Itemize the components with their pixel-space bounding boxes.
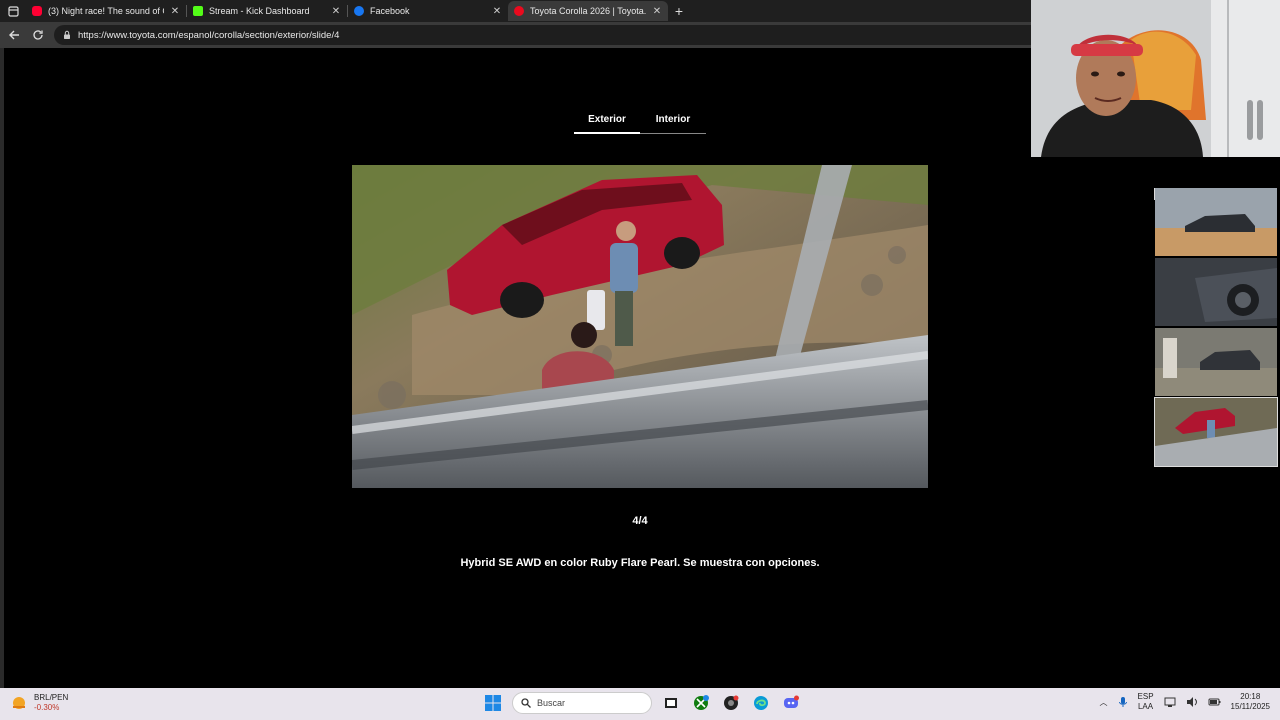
obs-icon[interactable] — [720, 692, 742, 714]
browser-tab-kick[interactable]: Stream - Kick Dashboard ✕ — [187, 1, 347, 21]
reload-icon[interactable] — [30, 27, 46, 43]
language-indicator[interactable]: ESP LAA — [1138, 692, 1154, 712]
search-icon — [521, 698, 531, 708]
thumbnail-4[interactable] — [1154, 397, 1278, 467]
thumbnail-strip — [1154, 188, 1278, 468]
taskbar-search[interactable]: Buscar — [512, 692, 652, 714]
edge-browser-icon[interactable] — [750, 692, 772, 714]
network-icon[interactable] — [1164, 696, 1176, 708]
kick-icon — [193, 6, 203, 16]
close-tab-icon[interactable]: ✕ — [652, 6, 662, 17]
system-tray: ︿ ESP LAA 20:18 15/11/2025 — [1100, 692, 1270, 712]
tab-title: Toyota Corolla 2026 | Toyota.com — [530, 6, 646, 16]
close-tab-icon[interactable]: ✕ — [331, 6, 341, 17]
tab-title: Facebook — [370, 6, 410, 16]
back-arrow-icon[interactable] — [6, 27, 22, 43]
close-tab-icon[interactable]: ✕ — [492, 6, 502, 17]
url-bar[interactable]: https://www.toyota.com/espanol/corolla/s… — [54, 25, 1054, 45]
tab-title: (3) Night race! The sound of Cal — [48, 6, 164, 16]
clock-time: 20:18 — [1240, 692, 1261, 701]
task-view-icon[interactable] — [660, 692, 682, 714]
thumbnail-1[interactable] — [1155, 188, 1277, 256]
slide-counter: 4/4 — [632, 515, 648, 527]
language-bottom: LAA — [1137, 702, 1154, 711]
browser-tab-youtube[interactable]: (3) Night race! The sound of Cal ✕ — [26, 1, 186, 21]
tab-exterior[interactable]: Exterior — [574, 108, 640, 134]
new-tab-button[interactable]: + — [668, 3, 690, 19]
site-info-icon[interactable] — [62, 30, 72, 40]
gallery-tabs: Exterior Interior — [574, 108, 706, 134]
thumbnail-2[interactable] — [1155, 258, 1277, 326]
ticker-icon — [13, 697, 25, 709]
tab-title: Stream - Kick Dashboard — [209, 6, 310, 16]
browser-tab-facebook[interactable]: Facebook ✕ — [348, 1, 508, 21]
facebook-icon — [354, 6, 364, 16]
clock-date: 15/11/2025 — [1230, 702, 1270, 711]
gallery-slide-image — [352, 165, 928, 488]
browser-tab-toyota[interactable]: Toyota Corolla 2026 | Toyota.com ✕ — [508, 1, 668, 21]
search-placeholder: Buscar — [537, 698, 566, 708]
windows-taskbar: BRL/PEN -0.30% Buscar ︿ ESP LAA 20:18 15… — [0, 688, 1280, 720]
url-text[interactable]: https://www.toyota.com/espanol/corolla/s… — [78, 30, 339, 41]
microphone-icon[interactable] — [1118, 696, 1128, 708]
ticker-pair: BRL/PEN — [34, 693, 69, 702]
tab-interior[interactable]: Interior — [640, 108, 706, 134]
volume-icon[interactable] — [1186, 696, 1198, 708]
battery-icon[interactable] — [1208, 696, 1221, 708]
slide-caption: Hybrid SE AWD en color Ruby Flare Pearl.… — [460, 557, 820, 569]
youtube-icon — [32, 6, 42, 16]
xbox-icon[interactable] — [690, 692, 712, 714]
ticker-widget[interactable]: BRL/PEN -0.30% — [10, 693, 68, 713]
windows-start-icon[interactable] — [482, 692, 504, 714]
ticker-change: -0.30% — [34, 703, 60, 712]
page-side-gutter — [0, 48, 4, 688]
discord-icon[interactable] — [780, 692, 802, 714]
toyota-icon — [514, 6, 524, 16]
thumbnail-3[interactable] — [1155, 328, 1277, 396]
close-tab-icon[interactable]: ✕ — [170, 6, 180, 17]
language-top: ESP — [1137, 692, 1154, 701]
chevron-up-icon[interactable]: ︿ — [1100, 697, 1108, 708]
tab-actions-icon[interactable] — [0, 0, 26, 22]
clock[interactable]: 20:18 15/11/2025 — [1231, 692, 1270, 712]
webcam-overlay — [1031, 0, 1280, 157]
taskbar-center: Buscar — [482, 692, 802, 714]
